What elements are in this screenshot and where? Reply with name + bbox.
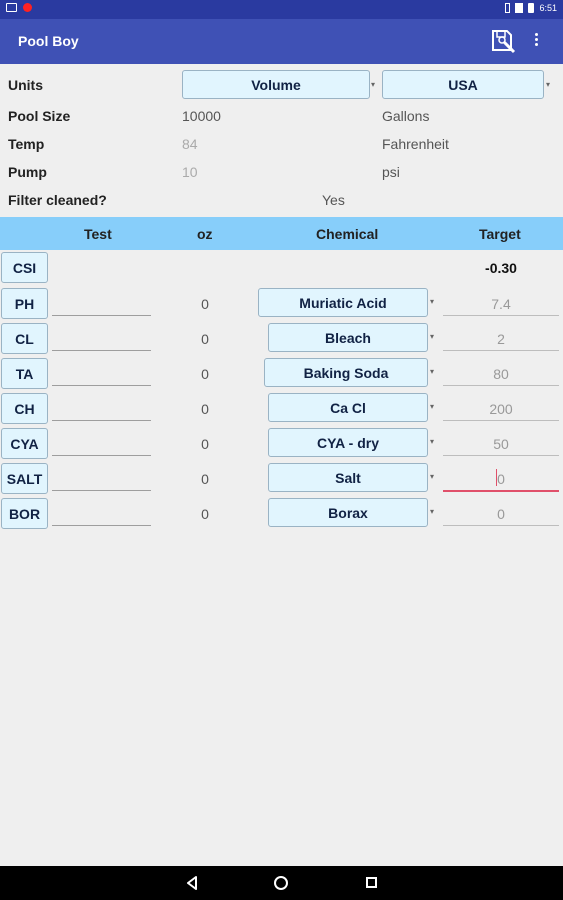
chemical-dropdown-ch[interactable]: Ca Cl [268, 393, 428, 422]
chemical-dropdown-cya[interactable]: CYA - dry [268, 428, 428, 457]
csi-value: -0.30 [485, 260, 517, 276]
table-row-salt: SALT 0 Salt ▾ 0 [0, 460, 563, 495]
test-input-ch[interactable] [52, 420, 151, 421]
test-button-ph[interactable]: PH [1, 288, 48, 319]
table-row-cya: CYA 0 CYA - dry ▾ 50 [0, 425, 563, 460]
test-button-cya[interactable]: CYA [1, 428, 48, 459]
target-underline [443, 455, 559, 456]
home-icon[interactable] [274, 876, 288, 890]
chemical-dropdown-ph[interactable]: Muriatic Acid [258, 288, 428, 317]
oz-value-salt: 0 [201, 471, 209, 487]
recent-apps-icon[interactable] [366, 877, 377, 888]
header-chemical: Chemical [316, 226, 379, 242]
units-measure-dropdown[interactable]: Volume [182, 70, 370, 99]
test-button-salt[interactable]: SALT [1, 463, 48, 494]
table-row-ch: CH 0 Ca Cl ▾ 200 [0, 390, 563, 425]
navigation-bar [0, 866, 563, 900]
table-row-cl: CL 0 Bleach ▾ 2 [0, 320, 563, 355]
test-button-ta[interactable]: TA [1, 358, 48, 389]
header-test: Test [84, 226, 112, 242]
header-oz: oz [197, 226, 213, 242]
chevron-down-icon: ▾ [430, 437, 435, 446]
target-input-ch[interactable]: 200 [443, 401, 559, 417]
test-input-cya[interactable] [52, 455, 151, 456]
chemical-dropdown-ta[interactable]: Baking Soda [264, 358, 428, 387]
units-label: Units [8, 77, 43, 93]
target-underline [443, 385, 559, 386]
filter-cleaned-label: Filter cleaned? [8, 192, 107, 208]
test-input-cl[interactable] [52, 350, 151, 351]
target-underline-focused [443, 490, 559, 492]
status-time: 6:51 [539, 3, 557, 13]
battery-icon [528, 3, 535, 13]
target-input-ph[interactable]: 7.4 [443, 296, 559, 312]
record-notification-icon [23, 3, 32, 12]
text-cursor [496, 469, 497, 486]
header-target: Target [479, 226, 521, 242]
temp-input[interactable]: 84 [182, 136, 198, 152]
app-title: Pool Boy [18, 33, 79, 49]
oz-value-cya: 0 [201, 436, 209, 452]
pump-unit: psi [382, 164, 400, 180]
temp-label: Temp [8, 136, 45, 152]
pool-size-input[interactable]: 10000 [182, 108, 221, 124]
test-button-cl[interactable]: CL [1, 323, 48, 354]
table-row-ph: PH 0 Muriatic Acid ▾ 7.4 [0, 285, 563, 320]
chevron-down-icon: ▾ [430, 332, 435, 341]
units-measure-chevron-icon: ▾ [371, 80, 376, 89]
chevron-down-icon: ▾ [430, 297, 435, 306]
units-region-dropdown[interactable]: USA [382, 70, 544, 99]
save-settings-icon[interactable] [490, 28, 516, 54]
target-input-bor[interactable]: 0 [443, 506, 559, 522]
chevron-down-icon: ▾ [430, 367, 435, 376]
target-underline [443, 420, 559, 421]
target-input-salt[interactable]: 0 [443, 471, 559, 487]
table-header: Test oz Chemical Target [0, 217, 563, 250]
test-input-ph[interactable] [52, 315, 151, 316]
oz-value-cl: 0 [201, 331, 209, 347]
target-input-ta[interactable]: 80 [443, 366, 559, 382]
target-underline [443, 315, 559, 316]
pump-input[interactable]: 10 [182, 164, 198, 180]
oz-value-ch: 0 [201, 401, 209, 417]
pool-size-unit: Gallons [382, 108, 430, 124]
chemical-dropdown-bor[interactable]: Borax [268, 498, 428, 527]
pump-label: Pump [8, 164, 47, 180]
chemical-dropdown-cl[interactable]: Bleach [268, 323, 428, 352]
test-button-ch[interactable]: CH [1, 393, 48, 424]
target-input-cl[interactable]: 2 [443, 331, 559, 347]
back-icon[interactable] [185, 876, 199, 890]
oz-value-bor: 0 [201, 506, 209, 522]
wifi-icon [515, 3, 524, 13]
test-input-ta[interactable] [52, 385, 151, 386]
filter-cleaned-toggle[interactable]: Yes [322, 192, 345, 208]
gallery-notification-icon [6, 3, 17, 12]
target-underline [443, 350, 559, 351]
table-row-bor: BOR 0 Borax ▾ 0 [0, 495, 563, 530]
overflow-menu-icon[interactable] [530, 31, 542, 53]
target-input-cya[interactable]: 50 [443, 436, 559, 452]
test-input-bor[interactable] [52, 525, 151, 526]
pool-size-label: Pool Size [8, 108, 71, 124]
table-row-ta: TA 0 Baking Soda ▾ 80 [0, 355, 563, 390]
csi-button[interactable]: CSI [1, 252, 48, 283]
oz-value-ph: 0 [201, 296, 209, 312]
test-button-bor[interactable]: BOR [1, 498, 48, 529]
chevron-down-icon: ▾ [430, 507, 435, 516]
chevron-down-icon: ▾ [430, 402, 435, 411]
app-bar: Pool Boy [0, 19, 563, 64]
temp-unit: Fahrenheit [382, 136, 449, 152]
chevron-down-icon: ▾ [430, 472, 435, 481]
units-region-chevron-icon: ▾ [546, 80, 551, 89]
chemical-dropdown-salt[interactable]: Salt [268, 463, 428, 492]
csi-row: CSI -0.30 [0, 250, 563, 285]
status-bar: 6:51 [0, 0, 563, 19]
oz-value-ta: 0 [201, 366, 209, 382]
target-underline [443, 525, 559, 526]
bluetooth-icon [505, 3, 511, 13]
test-input-salt[interactable] [52, 490, 151, 491]
